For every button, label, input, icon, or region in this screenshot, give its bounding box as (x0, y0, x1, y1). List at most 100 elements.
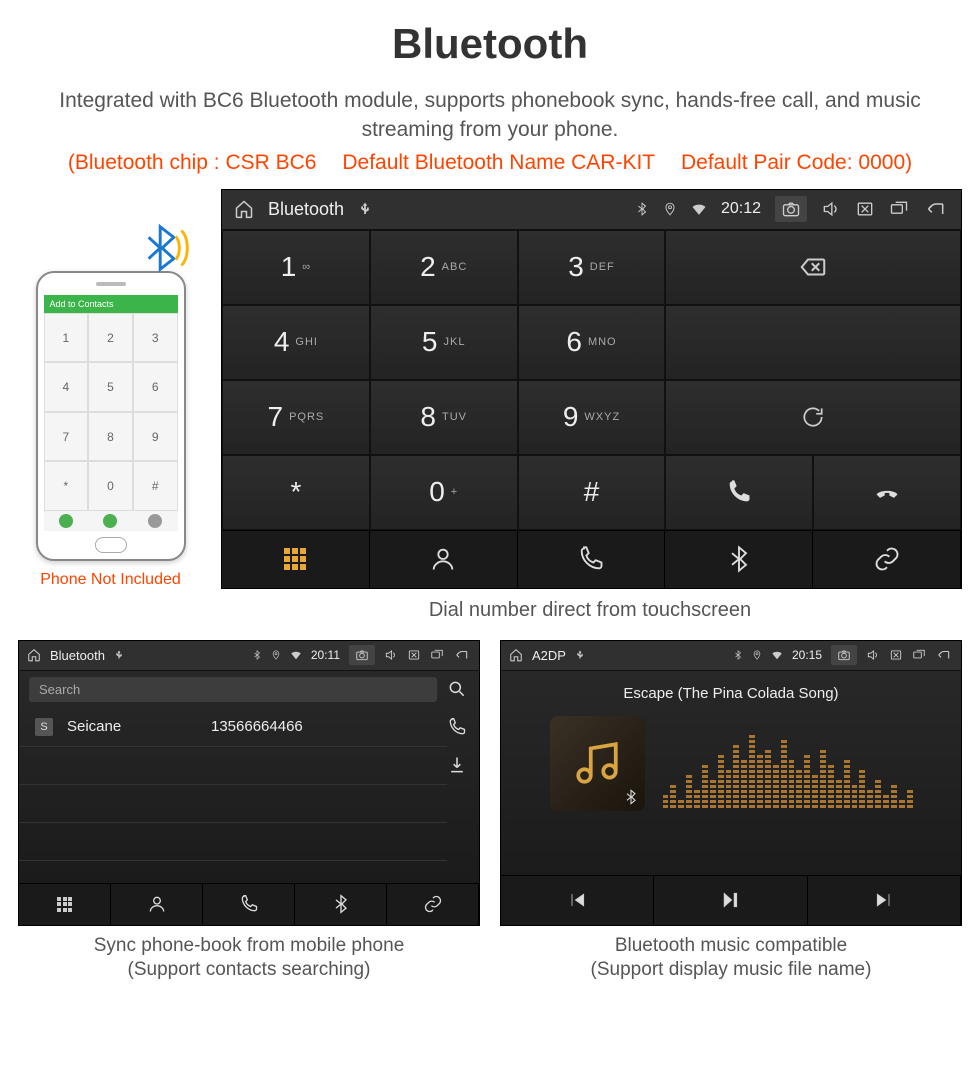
album-art (550, 716, 645, 811)
usb-icon (575, 648, 585, 662)
redial-button[interactable] (665, 380, 961, 455)
search-icon[interactable] (447, 679, 467, 699)
close-icon[interactable] (889, 648, 903, 662)
multitask-icon[interactable] (889, 199, 909, 219)
usb-icon (114, 648, 124, 662)
dial-key-7[interactable]: 7PQRS (222, 380, 370, 455)
dial-key-8[interactable]: 8TUV (370, 380, 518, 455)
spec-chip: (Bluetooth chip : CSR BC6 (68, 151, 317, 174)
contact-number: 13566664466 (211, 718, 303, 735)
screenshot-icon[interactable] (781, 199, 801, 219)
dial-key-3[interactable]: 3DEF (518, 230, 666, 305)
usb-icon (358, 202, 372, 216)
backspace-button[interactable] (665, 230, 961, 305)
nav-recent[interactable] (203, 884, 295, 925)
bottom-nav (222, 530, 961, 588)
phone-key: 7 (44, 412, 89, 462)
search-input[interactable]: Search (29, 677, 437, 702)
nav-contacts[interactable] (111, 884, 203, 925)
volume-icon[interactable] (384, 648, 398, 662)
call-icon[interactable] (447, 717, 467, 737)
page-subtitle: Integrated with BC6 Bluetooth module, su… (18, 86, 962, 145)
phone-key: 3 (133, 313, 178, 363)
spec-pair: Default Pair Code: 0000) (681, 151, 912, 174)
home-icon[interactable] (27, 648, 41, 662)
dial-key-9[interactable]: 9WXYZ (518, 380, 666, 455)
download-icon[interactable] (447, 755, 467, 775)
statusbar-time: 20:15 (792, 648, 822, 662)
nav-dialpad[interactable] (19, 884, 111, 925)
dial-empty (665, 305, 961, 380)
nav-bluetooth[interactable] (295, 884, 387, 925)
wifi-icon (691, 199, 707, 219)
wifi-icon (290, 648, 302, 662)
phone-key: 1 (44, 313, 89, 363)
bluetooth-icon (733, 648, 743, 662)
nav-pair[interactable] (387, 884, 479, 925)
statusbar-time: 20:12 (721, 200, 761, 218)
bluetooth-signal-icon (137, 219, 195, 277)
nav-recent[interactable] (518, 531, 666, 588)
spec-name: Default Bluetooth Name CAR-KIT (342, 151, 655, 174)
dial-key-*[interactable]: * (222, 455, 370, 530)
multitask-icon[interactable] (912, 648, 926, 662)
phone-disclaimer: Phone Not Included (40, 571, 181, 589)
next-button[interactable] (808, 876, 961, 925)
dial-key-1[interactable]: 1∞ (222, 230, 370, 305)
phone-key: 4 (44, 362, 89, 412)
dial-key-6[interactable]: 6MNO (518, 305, 666, 380)
phone-key: 9 (133, 412, 178, 462)
phone-key: 6 (133, 362, 178, 412)
statusbar: A2DP 20:15 (501, 641, 961, 671)
statusbar-time: 20:11 (311, 648, 340, 662)
bluetooth-icon (635, 199, 649, 219)
volume-icon[interactable] (821, 199, 841, 219)
dial-key-#[interactable]: # (518, 455, 666, 530)
nav-bluetooth[interactable] (665, 531, 813, 588)
statusbar-title: Bluetooth (50, 648, 105, 663)
home-icon[interactable] (509, 648, 523, 662)
home-icon[interactable] (234, 199, 254, 219)
back-icon[interactable] (935, 648, 953, 662)
back-icon[interactable] (453, 648, 471, 662)
track-title: Escape (The Pina Colada Song) (623, 685, 838, 702)
dial-key-0[interactable]: 0+ (370, 455, 518, 530)
screenshot-icon[interactable] (355, 648, 369, 662)
wifi-icon (771, 648, 783, 662)
list-item (19, 747, 447, 785)
contact-badge: S (35, 718, 53, 736)
statusbar-title: Bluetooth (268, 199, 344, 220)
nav-dialpad[interactable] (222, 531, 370, 588)
volume-icon[interactable] (866, 648, 880, 662)
nav-contacts[interactable] (370, 531, 518, 588)
phone-key: 8 (88, 412, 133, 462)
hangup-button[interactable] (813, 455, 961, 530)
multitask-icon[interactable] (430, 648, 444, 662)
phone-key: * (44, 461, 89, 511)
play-pause-button[interactable] (654, 876, 807, 925)
headunit-dialer: Bluetooth 20:12 1∞2ABC3DEF 4GHI5JKL6MNO 7P… (221, 189, 962, 589)
close-icon[interactable] (407, 648, 421, 662)
dial-key-5[interactable]: 5JKL (370, 305, 518, 380)
bluetooth-icon (252, 648, 262, 662)
dial-key-4[interactable]: 4GHI (222, 305, 370, 380)
contact-row[interactable]: S Seicane 13566664466 (19, 708, 447, 747)
screenshot-icon[interactable] (837, 648, 851, 662)
back-icon[interactable] (923, 199, 949, 219)
page-title: Bluetooth (18, 20, 962, 68)
statusbar-title: A2DP (532, 648, 566, 663)
close-icon[interactable] (855, 199, 875, 219)
dial-key-2[interactable]: 2ABC (370, 230, 518, 305)
music-controls (501, 875, 961, 925)
prev-button[interactable] (501, 876, 654, 925)
bottom-nav (19, 883, 479, 925)
list-item (19, 823, 447, 861)
bluetooth-specs: (Bluetooth chip : CSR BC6 Default Blueto… (18, 151, 962, 175)
location-icon (663, 199, 677, 219)
nav-pair[interactable] (813, 531, 961, 588)
caption-dialer: Dial number direct from touchscreen (218, 599, 962, 622)
call-button[interactable] (665, 455, 813, 530)
phone-key: 0 (88, 461, 133, 511)
caption-contacts: Sync phone-book from mobile phone (Suppo… (18, 934, 480, 983)
caption-music: Bluetooth music compatible (Support disp… (500, 934, 962, 983)
